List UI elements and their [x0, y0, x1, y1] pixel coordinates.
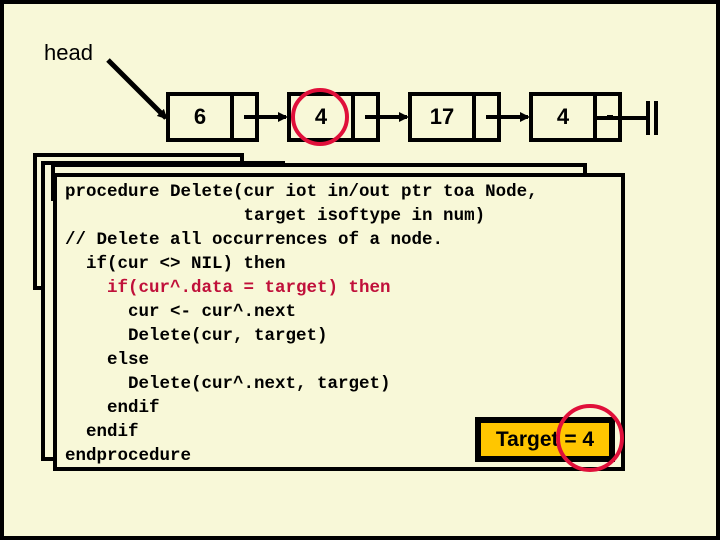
head-pointer-arrow [106, 58, 168, 120]
null-terminator-icon [596, 101, 658, 135]
code-line: if(cur <> NIL) then [65, 254, 286, 274]
code-line: cur <- cur^.next [65, 302, 297, 322]
highlight-circle-target [556, 404, 624, 472]
code-line: procedure Delete(cur iot in/out ptr toa … [65, 182, 538, 202]
node-value: 6 [193, 104, 207, 129]
code-line: if(cur^.data = target) then [65, 278, 391, 298]
node-value: 17 [429, 104, 455, 129]
code-line: endif [65, 398, 160, 418]
highlight-circle-node [291, 88, 349, 146]
code-line: Delete(cur, target) [65, 326, 328, 346]
code-line: endif [65, 422, 139, 442]
node-value: 4 [556, 104, 570, 129]
code-line: Delete(cur^.next, target) [65, 374, 391, 394]
code-line: else [65, 350, 150, 370]
code-line: // Delete all occurrences of a node. [65, 230, 444, 250]
linked-list-diagram [106, 58, 658, 142]
code-line: endprocedure [65, 446, 192, 466]
code-line: target isoftype in num) [65, 206, 486, 226]
